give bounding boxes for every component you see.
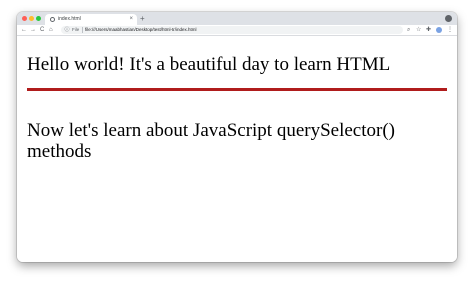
- url-scheme-label: File: [72, 27, 80, 32]
- title-bar: index.html × +: [17, 12, 457, 25]
- address-bar[interactable]: ⓘ File file:///Users/maabhastian/Desktop…: [61, 26, 403, 34]
- back-button[interactable]: ←: [21, 25, 27, 35]
- zoom-icon[interactable]: ⌕: [407, 25, 410, 35]
- bookmark-star-icon[interactable]: ☆: [416, 25, 421, 35]
- new-tab-button[interactable]: +: [140, 13, 145, 24]
- tab-index-html[interactable]: index.html ×: [45, 14, 137, 25]
- close-window-button[interactable]: [22, 16, 27, 21]
- browser-toolbar: ← → C ⌂ ⓘ File file:///Users/maabhastian…: [17, 25, 457, 36]
- more-options-icon[interactable]: ⋮: [447, 25, 453, 35]
- profile-avatar[interactable]: [436, 27, 442, 33]
- info-icon[interactable]: ⓘ: [64, 27, 70, 33]
- close-tab-icon[interactable]: ×: [129, 15, 133, 24]
- page-subheading: Now let's learn about JavaScript querySe…: [27, 120, 395, 162]
- extensions-icon[interactable]: ✚: [426, 25, 431, 35]
- page-content: Hello world! It's a beautiful day to lea…: [17, 36, 457, 262]
- forward-button[interactable]: →: [30, 25, 36, 35]
- reload-button[interactable]: C: [40, 25, 44, 35]
- url-text[interactable]: file:///Users/maabhastian/Desktop/test/h…: [85, 26, 197, 34]
- horizontal-rule: [27, 88, 447, 91]
- home-button[interactable]: ⌂: [49, 25, 53, 35]
- chrome-menu-icon[interactable]: [445, 15, 452, 22]
- url-divider: [82, 27, 83, 33]
- globe-icon: [50, 17, 55, 22]
- minimize-window-button[interactable]: [29, 16, 34, 21]
- tab-title: index.html: [58, 16, 81, 22]
- page-heading: Hello world! It's a beautiful day to lea…: [27, 54, 391, 75]
- maximize-window-button[interactable]: [36, 16, 41, 21]
- browser-window: index.html × + ← → C ⌂ ⓘ File file:///Us…: [17, 12, 457, 262]
